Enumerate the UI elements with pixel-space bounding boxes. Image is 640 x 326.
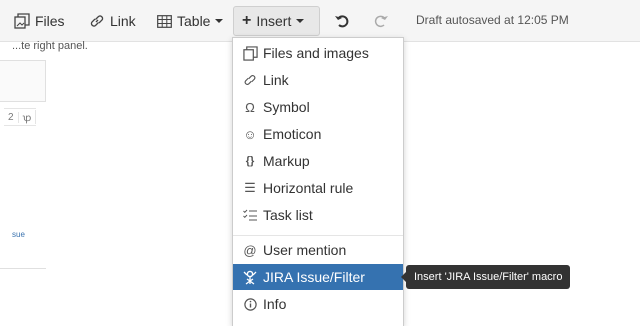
smiley-icon: ☺ (243, 126, 257, 142)
undo-icon (334, 13, 350, 29)
insert-button[interactable]: + Insert (233, 6, 320, 36)
menu-divider (233, 235, 403, 236)
files-icon (14, 13, 30, 29)
menu-item-symbol[interactable]: Ω Symbol (233, 94, 403, 120)
redo-button[interactable] (373, 6, 389, 36)
info-icon (242, 296, 258, 312)
at-icon: @ (243, 242, 257, 258)
files-images-icon (242, 45, 258, 61)
task-list-icon (242, 207, 258, 223)
editor-toolbar: Files Link Table + Insert Draft autosave… (0, 0, 640, 42)
editor-partial-text: ...te right panel. (12, 40, 88, 52)
menu-item-label: Files and images (263, 45, 369, 61)
table-icon (157, 14, 172, 28)
jira-icon (242, 269, 258, 285)
menu-item-emoticon[interactable]: ☺ Emoticon (233, 121, 403, 147)
menu-item-label: Symbol (263, 99, 310, 115)
table-cell: ꝕ (19, 110, 37, 124)
editor-partial-link[interactable]: sue (12, 230, 25, 239)
menu-item-label: JIRA Issue/Filter (263, 269, 365, 285)
menu-item-jira-issue-filter[interactable]: JIRA Issue/Filter (233, 264, 403, 290)
table-dropdown-caret-icon (215, 19, 224, 23)
menu-item-label: Horizontal rule (263, 180, 354, 196)
insert-dropdown-menu: Files and images Link Ω Symbol ☺ Emotico… (232, 37, 404, 326)
menu-item-horizontal-rule[interactable]: ☰ Horizontal rule (233, 175, 403, 201)
menu-item-label: Link (263, 72, 289, 88)
menu-item-markup[interactable]: {} Markup (233, 148, 403, 174)
files-button[interactable]: Files (14, 6, 65, 36)
editor-divider (0, 268, 46, 269)
horizontal-rule-icon: ☰ (244, 180, 256, 195)
menu-item-files-and-images[interactable]: Files and images (233, 40, 403, 66)
omega-icon: Ω (245, 99, 255, 115)
link-button[interactable]: Link (89, 6, 136, 36)
link-icon (242, 72, 258, 88)
menu-item-task-list[interactable]: Task list (233, 202, 403, 228)
macro-tooltip: Insert 'JIRA Issue/Filter' macro (406, 265, 571, 289)
menu-item-label: Markup (263, 153, 310, 169)
table-button[interactable]: Table (157, 6, 224, 36)
braces-icon: {} (245, 155, 255, 167)
menu-item-label: Info (263, 296, 287, 312)
redo-icon (373, 13, 389, 29)
insert-dropdown-caret-icon (296, 19, 305, 23)
undo-button[interactable] (334, 6, 350, 36)
link-icon (89, 13, 105, 29)
draft-status: Draft autosaved at 12:05 PM (416, 13, 569, 27)
menu-item-label: User mention (263, 242, 347, 258)
editor-table-header-cell (0, 60, 46, 102)
table-cell: 2 (4, 111, 19, 123)
menu-item-link[interactable]: Link (233, 67, 403, 93)
plus-icon: + (242, 12, 252, 29)
table-label: Table (177, 13, 211, 29)
menu-item-user-mention[interactable]: @ User mention (233, 237, 403, 263)
menu-item-label: Task list (263, 207, 313, 223)
menu-item-label: Emoticon (263, 126, 322, 142)
files-label: Files (35, 13, 65, 29)
link-label: Link (110, 13, 136, 29)
insert-label: Insert (256, 13, 292, 29)
menu-item-info[interactable]: Info (233, 291, 403, 317)
editor-table-row: 2 ꝕ (4, 108, 37, 126)
